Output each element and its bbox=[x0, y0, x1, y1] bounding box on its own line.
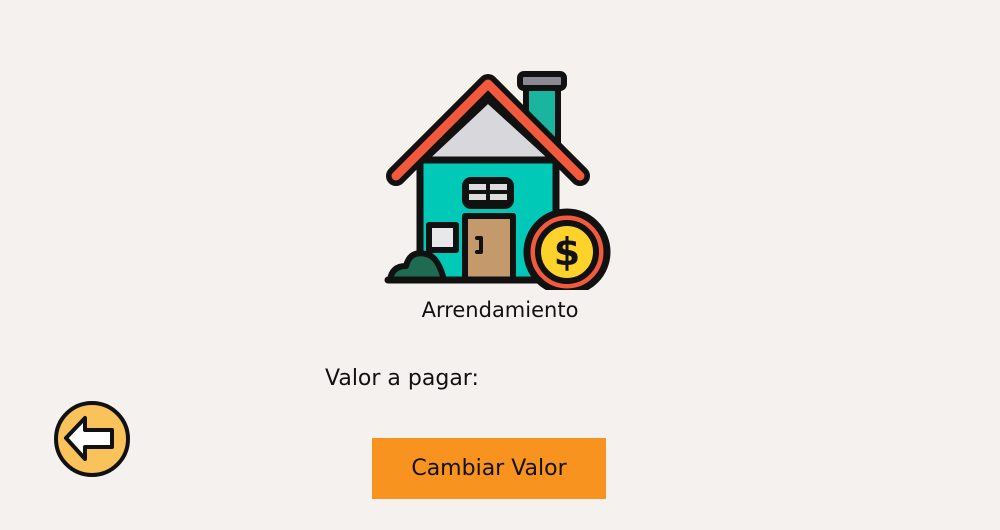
change-value-button[interactable]: Cambiar Valor bbox=[372, 438, 606, 499]
back-arrow-icon bbox=[54, 401, 130, 477]
house-rent-icon: $ bbox=[384, 71, 611, 290]
value-to-pay-label: Valor a pagar: bbox=[325, 366, 479, 391]
page-title: Arrendamiento bbox=[421, 298, 579, 322]
svg-text:$: $ bbox=[554, 230, 580, 274]
back-button[interactable] bbox=[52, 400, 132, 478]
